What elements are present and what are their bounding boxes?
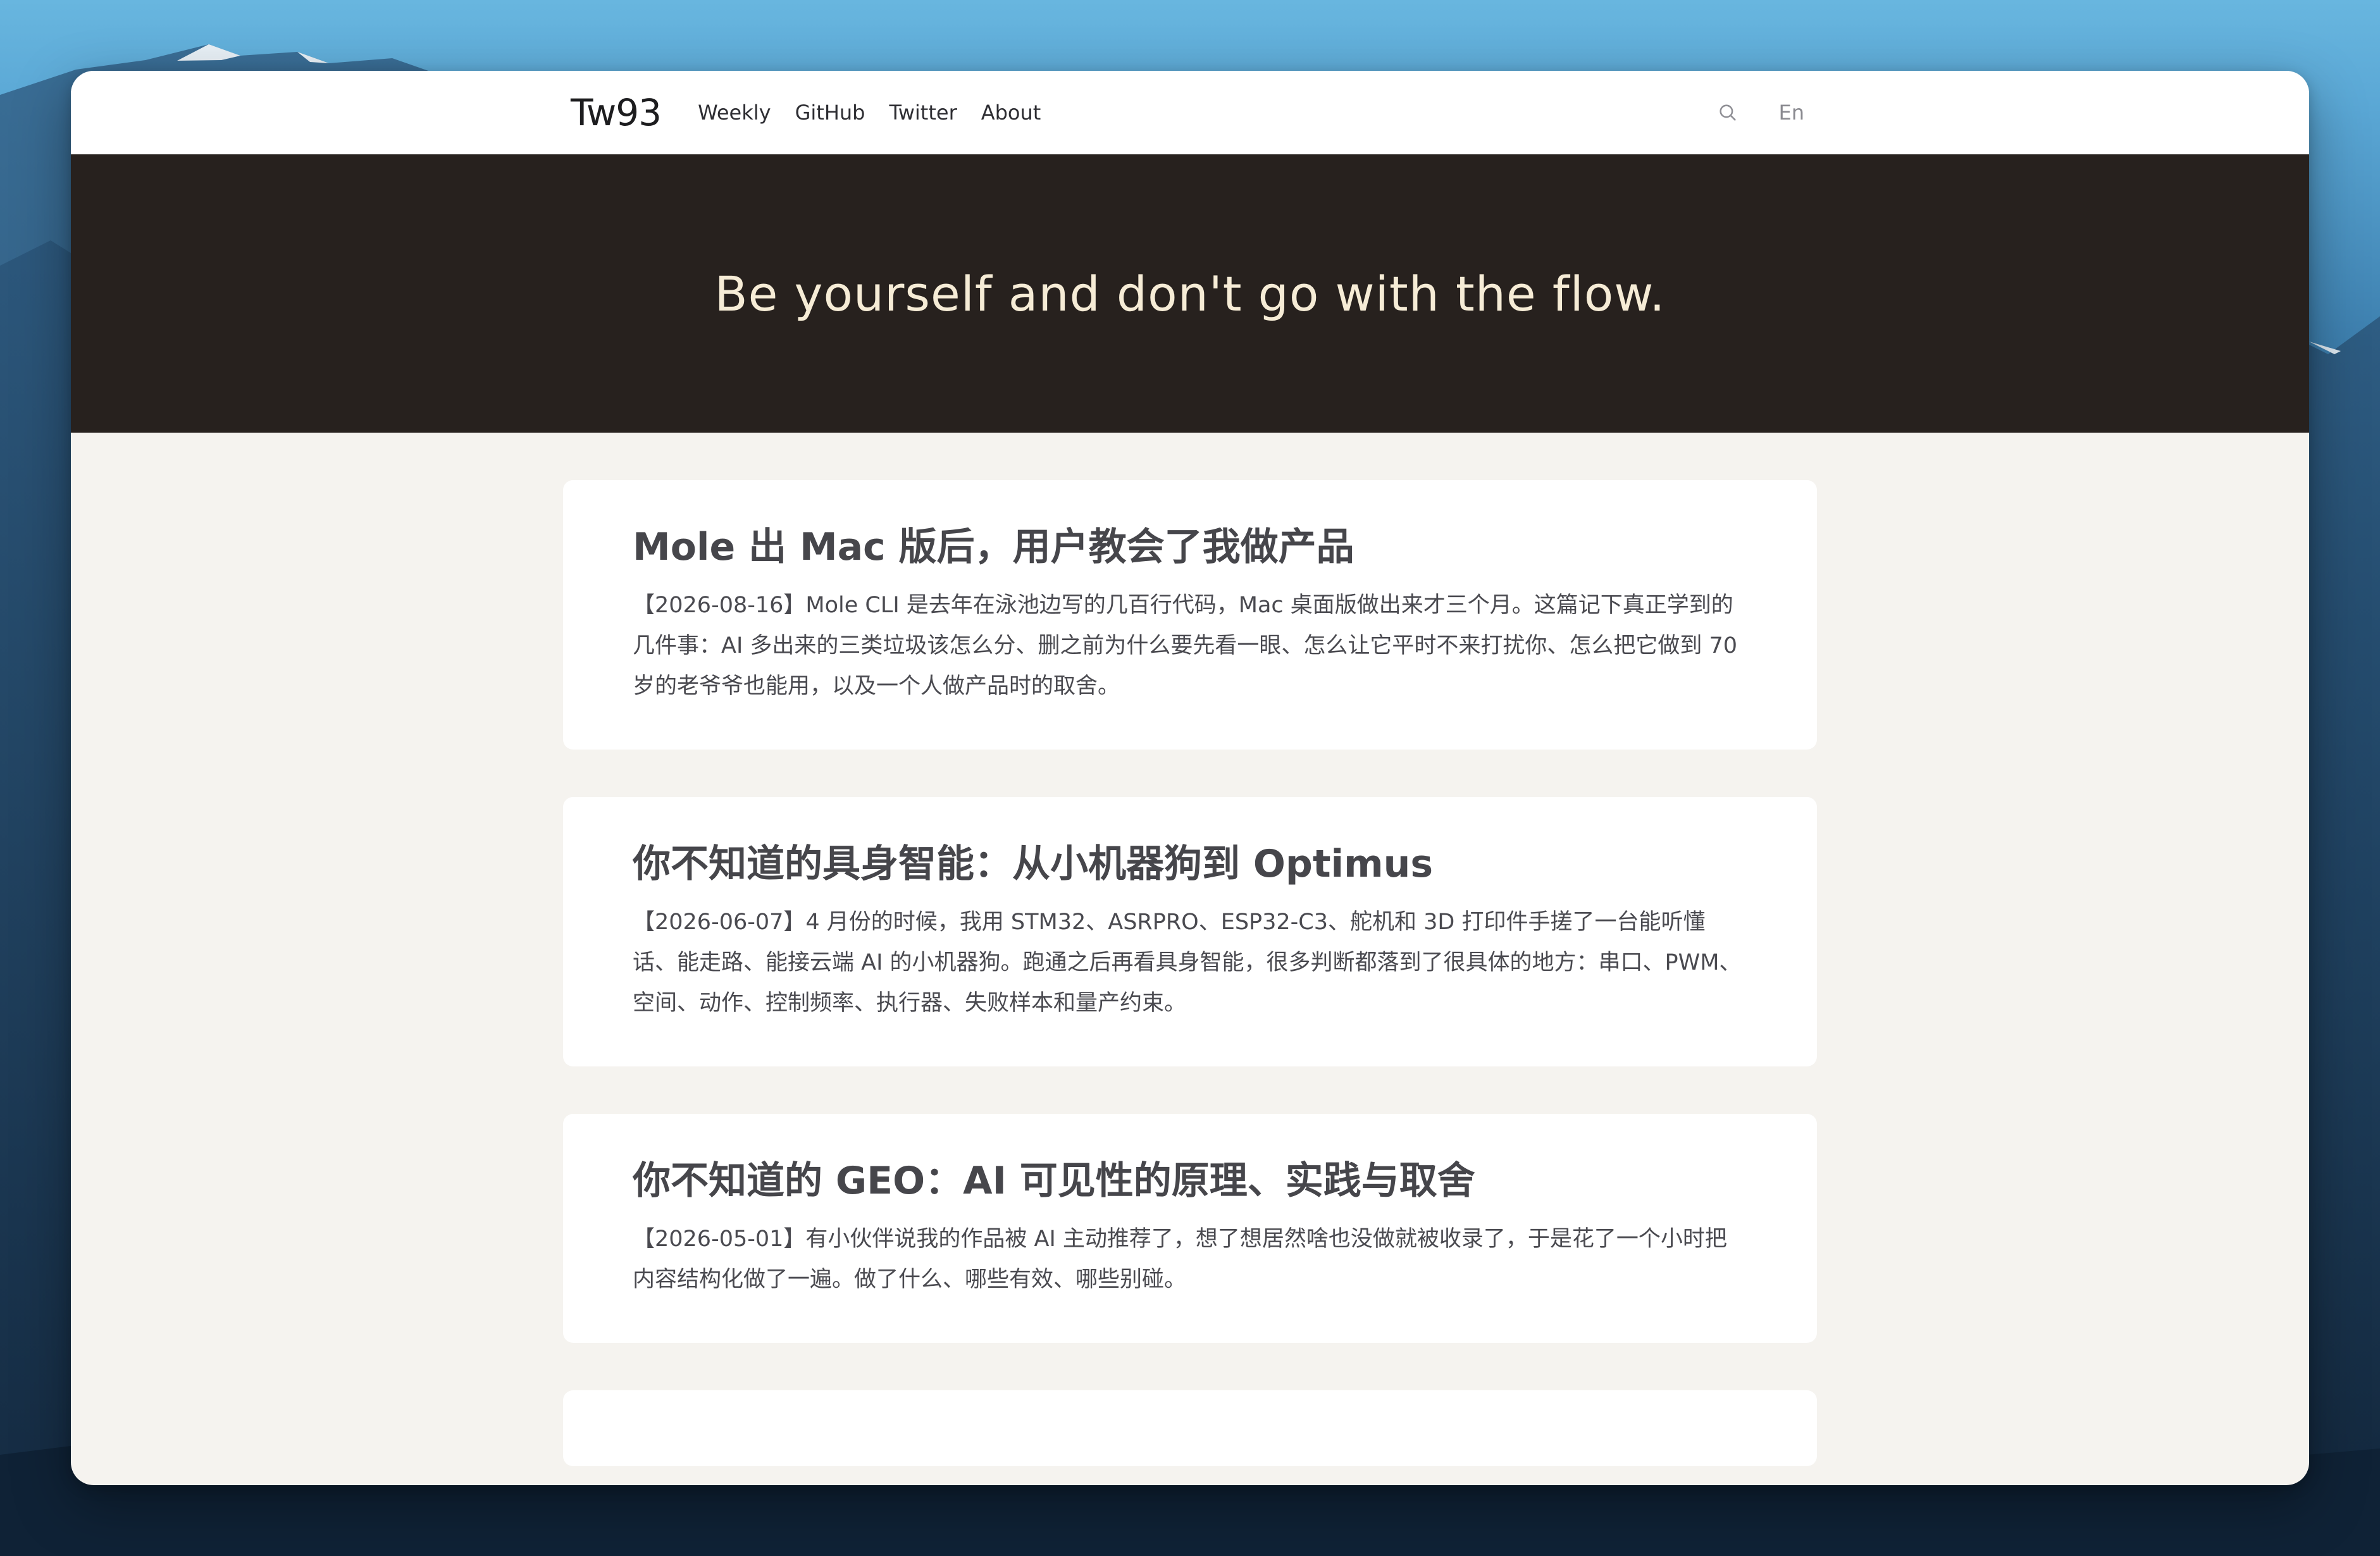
language-toggle[interactable]: En [1779, 101, 1805, 125]
post-title[interactable]: 你不知道的具身智能：从小机器狗到 Optimus [633, 841, 1747, 887]
post-list: Mole 出 Mac 版后，用户教会了我做产品 【2026-08-16】Mole… [563, 480, 1817, 1485]
post-excerpt: 【2026-06-07】4 月份的时候，我用 STM32、ASRPRO、ESP3… [633, 910, 1742, 1016]
nav-twitter[interactable]: Twitter [889, 101, 957, 125]
nav-weekly[interactable]: Weekly [698, 101, 771, 125]
nav-about[interactable]: About [981, 101, 1041, 125]
header-inner: Tw93 Weekly GitHub Twitter About En [563, 71, 1817, 154]
header-actions: En [1717, 101, 1805, 125]
post-excerpt: 【2026-08-16】Mole CLI 是去年在泳池边写的几百行代码，Mac … [633, 593, 1738, 699]
browser-window: Tw93 Weekly GitHub Twitter About En Be y… [71, 71, 2309, 1485]
hero-tagline: Be yourself and don't go with the flow. [714, 265, 1666, 322]
site-logo[interactable]: Tw93 [571, 91, 662, 134]
post-title[interactable]: 你不知道的 GEO：AI 可见性的原理、实践与取舍 [633, 1158, 1747, 1204]
post-card[interactable]: 你不知道的 GEO：AI 可见性的原理、实践与取舍 【2026-05-01】有小… [563, 1114, 1817, 1343]
site-header: Tw93 Weekly GitHub Twitter About En [71, 71, 2309, 154]
post-excerpt: 【2026-05-01】有小伙伴说我的作品被 AI 主动推荐了，想了想居然啥也没… [633, 1226, 1727, 1292]
nav-github[interactable]: GitHub [795, 101, 865, 125]
post-title[interactable]: Mole 出 Mac 版后，用户教会了我做产品 [633, 524, 1747, 570]
main-nav: Weekly GitHub Twitter About [698, 101, 1041, 125]
post-card-partial[interactable] [563, 1390, 1817, 1466]
search-icon[interactable] [1717, 102, 1739, 123]
hero-banner: Be yourself and don't go with the flow. [71, 154, 2309, 433]
post-card[interactable]: Mole 出 Mac 版后，用户教会了我做产品 【2026-08-16】Mole… [563, 480, 1817, 750]
post-card[interactable]: 你不知道的具身智能：从小机器狗到 Optimus 【2026-06-07】4 月… [563, 797, 1817, 1066]
